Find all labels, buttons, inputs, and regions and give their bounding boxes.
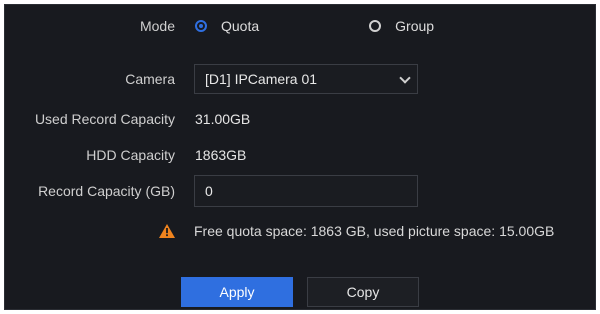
mode-label: Mode	[139, 18, 175, 34]
storage-quota-panel: Mode Quota Group Camera [D1] IPCamera 01…	[4, 4, 596, 310]
warning-text: Free quota space: 1863 GB, used picture …	[194, 223, 555, 239]
hdd-capacity-label: HDD Capacity	[86, 147, 175, 163]
chevron-down-icon	[399, 72, 411, 84]
camera-select-value: [D1] IPCamera 01	[205, 71, 318, 87]
camera-label: Camera	[125, 71, 175, 87]
group-radio-label: Group	[395, 18, 435, 34]
mode-radio-group: Quota Group	[195, 18, 544, 34]
mode-option-quota[interactable]: Quota	[195, 18, 259, 34]
apply-button[interactable]: Apply	[181, 277, 293, 307]
used-record-capacity-value: 31.00GB	[195, 111, 251, 127]
quota-radio-label: Quota	[221, 18, 260, 34]
record-capacity-label: Record Capacity (GB)	[38, 183, 175, 199]
warning-icon	[159, 224, 175, 238]
used-record-capacity-label: Used Record Capacity	[34, 111, 175, 127]
hdd-capacity-value: 1863GB	[195, 147, 247, 163]
record-capacity-input[interactable]	[194, 175, 418, 207]
copy-button[interactable]: Copy	[307, 277, 419, 307]
quota-radio-button[interactable]	[195, 20, 207, 32]
camera-select[interactable]: [D1] IPCamera 01	[194, 64, 418, 94]
quota-warning: Free quota space: 1863 GB, used picture …	[159, 223, 554, 239]
group-radio-button[interactable]	[369, 20, 382, 32]
mode-option-group[interactable]: Group	[369, 18, 434, 34]
